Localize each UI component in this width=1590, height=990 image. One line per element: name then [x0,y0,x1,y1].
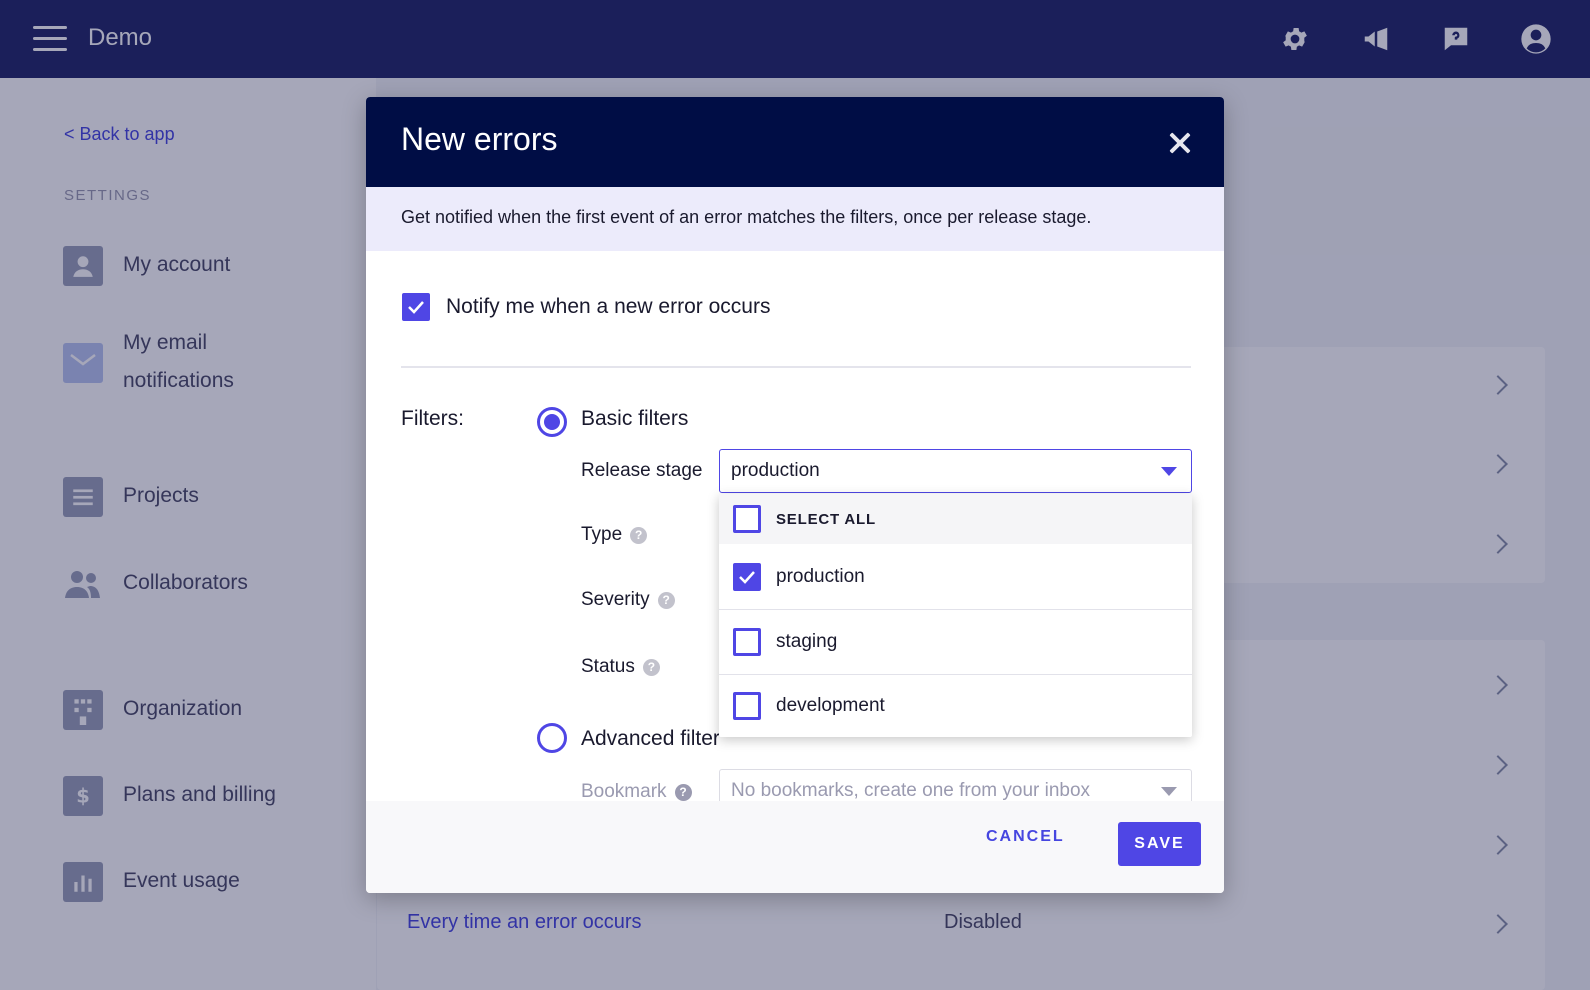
staging-checkbox[interactable] [733,628,761,656]
release-stage-label: Release stage [581,460,702,482]
question-icon[interactable]: ? [630,526,648,544]
dropdown-option-staging[interactable]: staging [719,610,1192,674]
bookmark-label-text: Bookmark [581,781,667,802]
checkmark-icon [408,301,424,314]
filters-label: Filters: [401,407,464,430]
type-label-text: Type [581,524,623,545]
notify-checkbox[interactable] [402,293,430,321]
release-stage-label-text: Release stage [581,460,703,481]
cancel-button[interactable]: CANCEL [986,828,1065,846]
new-errors-modal: New errors Get notified when the first e… [366,97,1224,893]
basic-filters-label: Basic filters [581,407,689,430]
modal-title: New errors [401,121,558,157]
save-button[interactable]: SAVE [1118,822,1201,866]
question-icon[interactable]: ? [657,591,675,609]
status-field-label: Status? [581,656,660,678]
divider [401,366,1191,368]
checkmark-icon [739,570,755,584]
advanced-filter-radio[interactable] [537,723,567,753]
modal-description-bar: Get notified when the first event of an … [366,187,1224,251]
option-label: production [776,565,865,587]
release-stage-dropdown: SELECT ALL production staging developmen… [719,494,1192,737]
severity-field-label: Severity? [581,589,675,611]
dropdown-option-production[interactable]: production [719,544,1192,609]
select-all-checkbox[interactable] [733,505,761,533]
dropdown-select-all[interactable]: SELECT ALL [719,494,1192,544]
dropdown-option-development[interactable]: development [719,675,1192,737]
release-stage-select[interactable]: production [719,449,1192,493]
status-label-text: Status [581,656,635,677]
basic-filters-radio[interactable] [537,407,567,437]
close-icon[interactable] [1166,129,1194,157]
select-all-label: SELECT ALL [776,510,876,528]
production-checkbox[interactable] [733,562,761,591]
option-label: development [776,695,885,716]
question-icon[interactable]: ? [642,658,660,676]
modal-header: New errors [366,97,1224,187]
notify-label: Notify me when a new error occurs [446,295,771,318]
bookmark-field-label: Bookmark? [581,781,692,803]
chevron-down-icon [1161,467,1177,476]
bookmark-placeholder: No bookmarks, create one from your inbox [731,780,1091,801]
modal-footer: CANCEL SAVE [366,801,1224,893]
modal-description: Get notified when the first event of an … [401,207,1092,227]
question-icon[interactable]: ? [674,783,692,801]
advanced-filter-label: Advanced filter [581,727,720,750]
chevron-down-icon [1161,787,1177,796]
option-label: staging [776,631,838,652]
development-checkbox[interactable] [733,692,761,720]
notify-new-error-row[interactable]: Notify me when a new error occurs [402,293,770,321]
release-stage-value: production [731,460,820,481]
type-field-label: Type? [581,524,648,546]
severity-label-text: Severity [581,589,650,610]
